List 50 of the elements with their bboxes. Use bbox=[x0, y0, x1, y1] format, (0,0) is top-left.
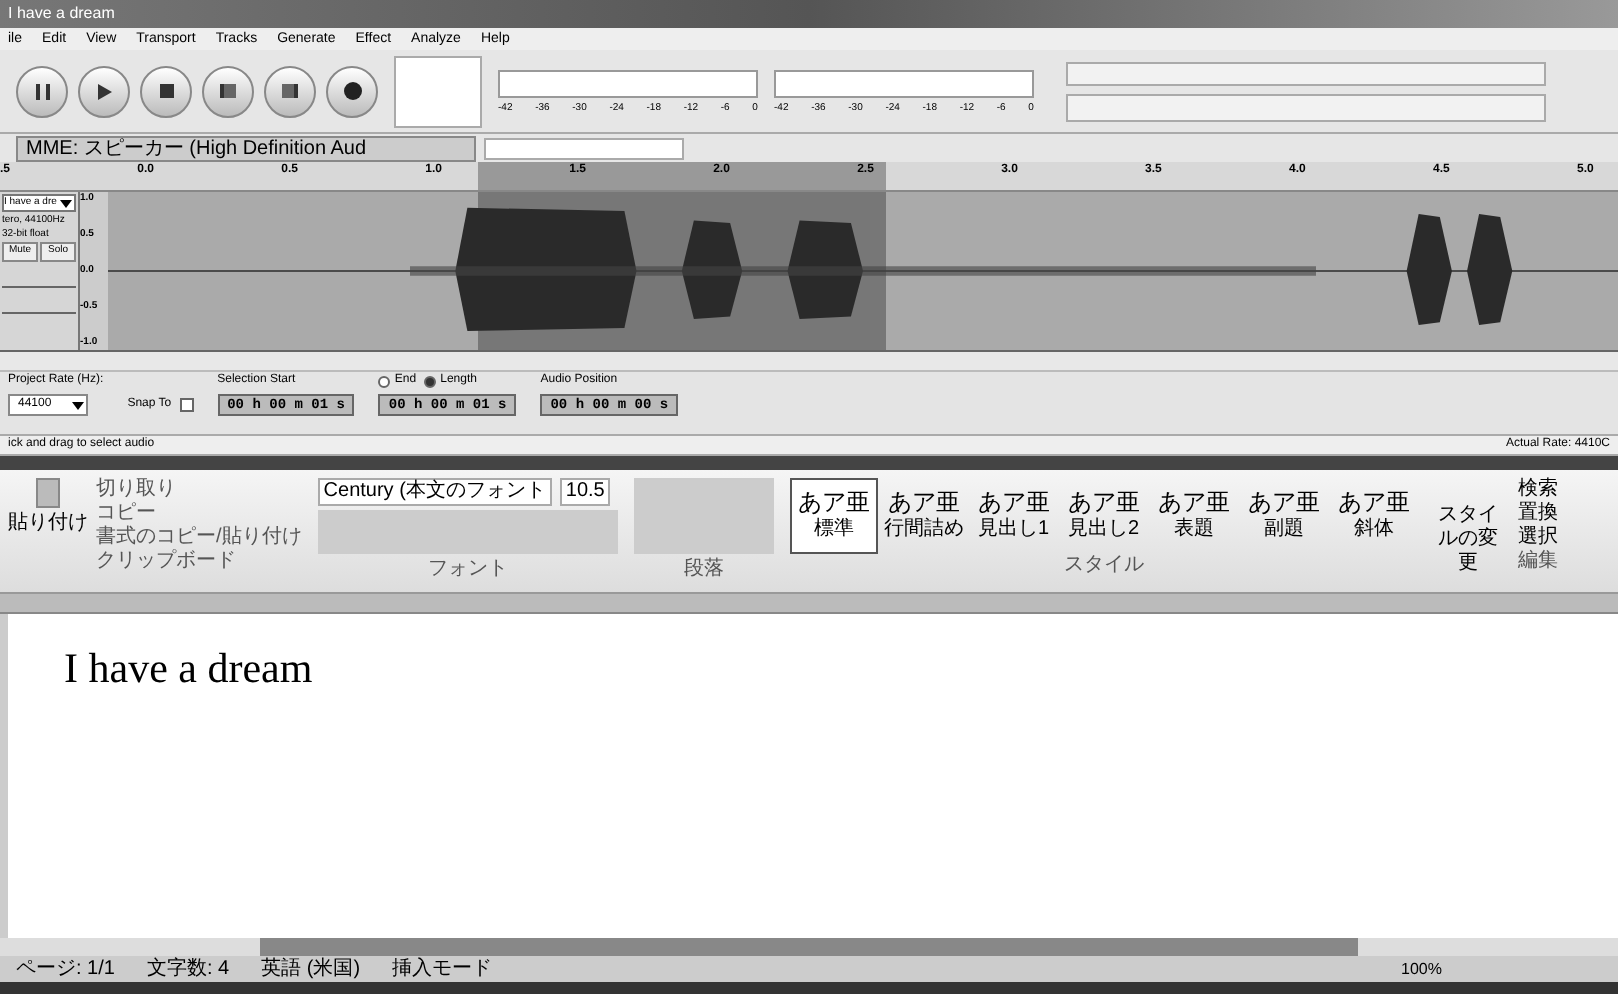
style-option[interactable]: あア亜 副題 bbox=[1239, 478, 1328, 554]
skip-end-icon bbox=[282, 84, 298, 98]
group-label: 段落 bbox=[681, 558, 726, 582]
style-option[interactable]: あア亜 見出し2 bbox=[1059, 478, 1148, 554]
stop-icon bbox=[159, 84, 173, 98]
skip-end-button[interactable] bbox=[264, 65, 316, 117]
paragraph-toolbar bbox=[633, 478, 774, 554]
style-option[interactable]: あア亜 見出し1 bbox=[969, 478, 1058, 554]
editing-item[interactable]: 選択 bbox=[1517, 526, 1558, 550]
snap-checkbox[interactable] bbox=[179, 398, 194, 412]
style-option[interactable]: あア亜 斜体 bbox=[1329, 478, 1418, 554]
record-button[interactable] bbox=[326, 65, 378, 117]
paste-button[interactable]: 貼り付け bbox=[8, 508, 88, 538]
style-option[interactable]: あア亜 表題 bbox=[1149, 478, 1238, 554]
style-option[interactable]: あア亜 標準 bbox=[789, 478, 878, 554]
output-device-dropdown[interactable]: MME: スピーカー (High Definition Aud bbox=[16, 135, 476, 161]
status-item: 文字数: 4 bbox=[146, 957, 230, 981]
clipboard-item[interactable]: 書式のコピー/貼り付け bbox=[96, 526, 302, 550]
horizontal-scrollbar[interactable] bbox=[260, 938, 1358, 956]
editing-item[interactable]: 置換 bbox=[1517, 502, 1558, 526]
status-item: ページ: 1/1 bbox=[16, 957, 115, 981]
caret-icon bbox=[71, 401, 84, 409]
font-name-field[interactable]: Century (本文のフォント bbox=[317, 478, 552, 506]
document-text: I have a dream bbox=[64, 644, 313, 692]
stop-button[interactable] bbox=[140, 65, 192, 117]
pause-button[interactable] bbox=[16, 65, 68, 117]
play-icon bbox=[97, 83, 111, 99]
font-size-field[interactable]: 10.5 bbox=[559, 478, 611, 506]
zoom-level: 100% bbox=[1401, 957, 1442, 981]
input-device-dropdown[interactable] bbox=[484, 137, 684, 159]
clipboard-icon bbox=[36, 478, 60, 508]
caret-icon bbox=[60, 199, 73, 207]
group-label: 編集 bbox=[1517, 550, 1558, 574]
group-label: スタイル bbox=[1061, 554, 1146, 578]
horizontal-scrollbar[interactable] bbox=[0, 352, 1618, 372]
status-item: 挿入モード bbox=[392, 957, 493, 981]
change-styles-button[interactable]: スタイルの変更 bbox=[1433, 470, 1502, 592]
window-title: I have a dream bbox=[8, 2, 115, 26]
skip-start-icon bbox=[220, 84, 236, 98]
record-icon bbox=[343, 82, 361, 100]
status-item: 英語 (米国) bbox=[261, 957, 361, 981]
play-button[interactable] bbox=[78, 65, 130, 117]
clipboard-item[interactable]: コピー bbox=[96, 502, 302, 526]
group-label: クリップボード bbox=[96, 550, 238, 574]
group-label: フォント bbox=[425, 558, 510, 582]
style-option[interactable]: あア亜 行間詰め bbox=[879, 478, 968, 554]
editing-item[interactable]: 検索 bbox=[1517, 478, 1558, 502]
skip-start-button[interactable] bbox=[202, 65, 254, 117]
clipboard-item[interactable]: 切り取り bbox=[96, 478, 302, 502]
pause-icon bbox=[35, 83, 49, 99]
